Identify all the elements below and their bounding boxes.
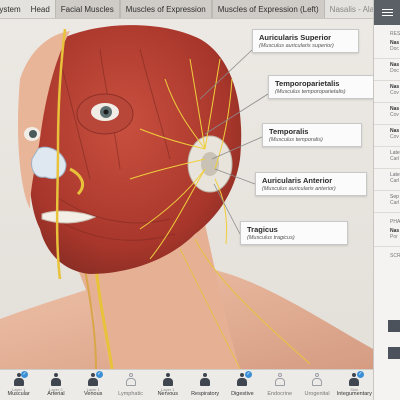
panel-item[interactable]: Nas Cov	[374, 125, 400, 147]
panel-item[interactable]: Nas Cov	[374, 103, 400, 125]
callout-temporoparietalis[interactable]: Temporoparietalis (Musculus temporoparie…	[268, 75, 373, 99]
panel-item-sub: Doc	[390, 68, 399, 74]
system-label: Digestive	[231, 391, 254, 397]
system-label: Arterial	[47, 391, 65, 397]
breadcrumb-nasalis-alar-part[interactable]: Nasalis - Alar Part (Left)	[325, 0, 373, 18]
anatomy-viewport[interactable]: Auricularis Superior (Musculus auricular…	[0, 19, 373, 369]
system-toolbar: ✓ Layer 1 Muscular Layer 2 Arterial ✓ La…	[0, 369, 373, 400]
panel-item-sub: Carl	[390, 178, 400, 184]
check-badge-icon: ✓	[244, 371, 252, 378]
system-label: Urogenital	[304, 391, 330, 397]
system-urogenital-button[interactable]: Urogenital	[299, 370, 336, 400]
system-label: Muscular	[7, 391, 30, 397]
body-figure-icon	[274, 373, 286, 386]
system-nervous-button[interactable]: Layer 1 Nervous	[149, 370, 186, 400]
callout-temporalis[interactable]: Temporalis (Musculus temporalis)	[262, 123, 362, 147]
panel-item-sub: Cov	[390, 134, 399, 140]
callout-latin: (Musculus tragicus)	[247, 235, 295, 241]
system-respiratory-button[interactable]: Respiratory	[187, 370, 224, 400]
callout-latin: (Musculus auricularis anterior)	[262, 186, 336, 192]
body-figure-icon	[162, 373, 174, 386]
info-panel: RES Nas Doc Nas Doc Nas Cov Nas Cov Nas Cov L…	[373, 0, 400, 400]
breadcrumb-muscles-of-expression[interactable]: Muscles of Expression	[119, 0, 212, 18]
system-venous-button[interactable]: ✓ Layer 1 Venous	[75, 370, 112, 400]
system-label: Integumentary	[336, 391, 372, 397]
system-muscular-button[interactable]: ✓ Layer 1 Muscular	[0, 370, 37, 400]
panel-item-sub: Cov	[390, 90, 399, 96]
callout-name: Temporalis	[269, 127, 309, 136]
panel-button[interactable]	[388, 347, 400, 359]
system-label: Endocrine	[267, 391, 293, 397]
callout-latin: (Musculus temporoparietalis)	[275, 89, 346, 95]
callout-name: Auricularis Anterior	[262, 176, 333, 185]
breadcrumb-head[interactable]: Head	[26, 0, 55, 18]
panel-section-header: SCRI	[390, 253, 400, 259]
breadcrumb-muscles-of-expression-left[interactable]: Muscles of Expression (Left)	[211, 0, 325, 18]
body-figure-icon	[50, 373, 62, 386]
body-figure-icon	[125, 373, 137, 386]
system-arterial-button[interactable]: Layer 2 Arterial	[37, 370, 74, 400]
panel-item[interactable]: Nas Doc	[374, 37, 400, 59]
callout-name: Tragicus	[247, 225, 278, 234]
callout-name: Auricularis Superior	[259, 33, 332, 42]
system-label: Venous	[84, 391, 103, 397]
panel-item-sub: Doc	[390, 46, 399, 52]
callout-name: Temporoparietalis	[275, 79, 340, 88]
panel-item-sub: Por	[390, 234, 398, 240]
panel-section-header: PHAR	[390, 219, 400, 225]
panel-item-sub: Carl	[390, 156, 400, 162]
panel-item[interactable]: Late Carl	[374, 147, 400, 169]
panel-item[interactable]: Nas Cov	[374, 81, 400, 103]
panel-item[interactable]: Nas Por	[374, 225, 400, 247]
breadcrumb: System Head Facial Muscles Muscles of Ex…	[0, 0, 373, 19]
system-lymphatic-button[interactable]: Lymphatic	[112, 370, 149, 400]
panel-item[interactable]: Nas Doc	[374, 59, 400, 81]
system-endocrine-button[interactable]: Endocrine	[261, 370, 298, 400]
callout-tragicus[interactable]: Tragicus (Musculus tragicus)	[240, 221, 348, 245]
system-label: Respiratory	[191, 391, 220, 397]
body-figure-icon	[311, 373, 323, 386]
check-badge-icon: ✓	[356, 371, 364, 378]
panel-button[interactable]	[388, 320, 400, 332]
menu-icon[interactable]	[374, 0, 400, 25]
panel-header: RES	[390, 31, 400, 37]
panel-item[interactable]: Sep Carl	[374, 191, 400, 213]
body-figure-icon	[199, 373, 211, 386]
breadcrumb-system[interactable]: System	[0, 0, 26, 18]
breadcrumb-facial-muscles[interactable]: Facial Muscles	[54, 0, 120, 18]
check-badge-icon: ✓	[95, 371, 103, 378]
callout-latin: (Musculus auricularis superior)	[259, 43, 334, 49]
system-label: Lymphatic	[118, 391, 143, 397]
system-integumentary-button[interactable]: ✓ Skin Integumentary	[336, 370, 373, 400]
check-badge-icon: ✓	[21, 371, 29, 378]
panel-item-sub: Carl	[390, 200, 400, 206]
panel-item[interactable]: Late Carl	[374, 169, 400, 191]
system-label: Nervous	[157, 391, 179, 397]
system-digestive-button[interactable]: ✓ Digestive	[224, 370, 261, 400]
panel-item-sub: Cov	[390, 112, 399, 118]
callout-auricularis-anterior[interactable]: Auricularis Anterior (Musculus auricular…	[255, 172, 367, 196]
callout-auricularis-superior[interactable]: Auricularis Superior (Musculus auricular…	[252, 29, 359, 53]
callout-latin: (Musculus temporalis)	[269, 137, 323, 143]
